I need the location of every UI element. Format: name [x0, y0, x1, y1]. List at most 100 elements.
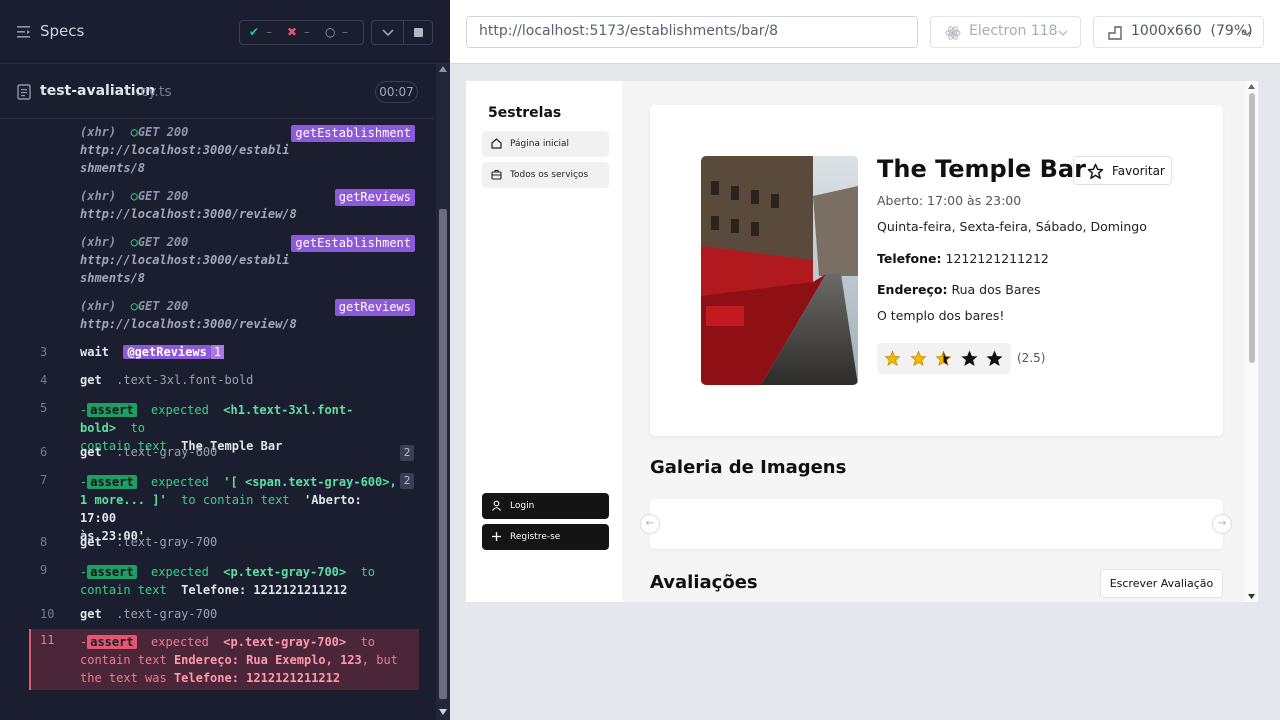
xhr-type: (xhr) [80, 189, 117, 203]
log-assert-pass[interactable]: 7 - assert expected '[ <span.text-gray-60… [0, 473, 434, 543]
phone-line: Telefone: 1212121211212 [877, 251, 1049, 266]
scroll-up-icon[interactable] [1248, 84, 1255, 89]
run-controls [371, 20, 433, 45]
assert-to: to [130, 421, 146, 435]
establishment-photo [701, 156, 858, 385]
chevron-down-icon [1242, 30, 1252, 36]
write-review-button[interactable]: Escrever Avaliação [1100, 569, 1223, 598]
log-command-get[interactable]: 8 get .text-gray-700 [0, 535, 434, 553]
alias-badge: getEstablishment [291, 125, 415, 142]
log-xhr-row[interactable]: (xhr) ○GET 200 getReviews http://localho… [0, 299, 434, 339]
login-button[interactable]: Login [482, 493, 609, 519]
log-xhr-row[interactable]: (xhr) ○GET 200 getReviews http://localho… [0, 189, 434, 229]
xhr-type: (xhr) [80, 125, 117, 139]
xhr-url: http://localhost:3000/establi [80, 253, 290, 267]
stop-icon[interactable] [414, 28, 423, 37]
specs-header: Specs ✔ – ✖ – ○ – [0, 0, 450, 64]
command-name: get [80, 445, 102, 459]
pending-count: – [342, 25, 348, 39]
phone-label: Telefone: [877, 251, 942, 266]
scrollbar-thumb[interactable] [1249, 93, 1255, 363]
log-xhr-row[interactable]: (xhr) ○GET 200 getEstablishment http://l… [0, 125, 434, 183]
app-scrollbar[interactable] [1245, 81, 1258, 602]
log-command-get[interactable]: 10 get .text-gray-700 [0, 607, 434, 625]
gallery-prev-button[interactable]: ← [640, 514, 660, 534]
line-number: 4 [40, 373, 48, 387]
ruler-icon [1108, 26, 1122, 40]
failed-count: – [304, 25, 310, 39]
image-gallery [650, 499, 1223, 549]
star-icon [935, 350, 952, 366]
line-number: 9 [40, 563, 48, 577]
alias-badge: @getReviews [123, 345, 211, 359]
failed-icon: ✖ [287, 25, 298, 39]
viewport-selector[interactable]: 1000x660 (79%) [1093, 16, 1264, 48]
alias-badge: getEstablishment [291, 235, 415, 252]
assert-actual-value: Telefone: 1212121211212 [173, 671, 341, 685]
specs-list-icon[interactable] [17, 25, 32, 39]
assert-to: to [360, 635, 376, 649]
log-command-wait[interactable]: 3 wait @getReviews 1 [0, 345, 434, 363]
home-icon [491, 138, 502, 149]
sidebar-item-label: Todos os serviços [510, 170, 589, 180]
spec-file-ext: .cy.ts [136, 84, 172, 100]
alias-badge: getReviews [334, 189, 415, 206]
log-assert-pass[interactable]: 5 - assert expected <h1.text-3xl.font-bol… [0, 401, 434, 453]
xhr-type: (xhr) [80, 299, 117, 313]
scroll-down-icon[interactable] [1248, 594, 1255, 599]
aut-header: http://localhost:5173/establishments/bar… [450, 0, 1280, 64]
star-icon [961, 350, 977, 366]
xhr-url: http://localhost:3000/review/8 [80, 317, 297, 331]
opening-days: Quinta-feira, Sexta-feira, Sábado, Domin… [877, 219, 1147, 234]
rating-stars: (2.5) [877, 343, 1045, 374]
line-number: 11 [40, 633, 55, 647]
assert-badge: assert [87, 635, 137, 649]
line-number: 8 [40, 535, 48, 549]
command-log-scrollbar[interactable] [436, 64, 450, 720]
log-command-get[interactable]: 6 get .text-gray-600 2 [0, 445, 434, 463]
user-icon [492, 500, 501, 511]
gallery-next-button[interactable]: → [1212, 514, 1232, 534]
favorite-button[interactable]: Favoritar [1073, 156, 1172, 185]
assert-target: <p.text-gray-700> [223, 635, 347, 649]
briefcase-icon [491, 169, 502, 180]
browser-selector[interactable]: Electron 118 [930, 16, 1081, 48]
register-button[interactable]: Registre-se [482, 524, 609, 550]
assert-but: , but [361, 653, 398, 667]
passed-count: – [266, 25, 272, 39]
chevron-down-icon[interactable] [382, 29, 394, 37]
log-xhr-row[interactable]: (xhr) ○GET 200 getEstablishment http://l… [0, 235, 434, 293]
line-number: 10 [40, 607, 55, 621]
line-number: 5 [40, 401, 48, 415]
address-line: Endereço: Rua dos Bares [877, 282, 1041, 297]
favorite-label: Favoritar [1112, 164, 1165, 178]
log-command-get[interactable]: 4 get .text-3xl.font-bold [0, 373, 434, 391]
sidebar-item-services[interactable]: Todos os serviços [482, 162, 609, 188]
scroll-down-icon[interactable] [439, 709, 447, 715]
sidebar-item-home[interactable]: Página inicial [482, 131, 609, 157]
specs-title[interactable]: Specs [40, 22, 84, 40]
star-icon [910, 350, 926, 366]
command-name: get [80, 373, 102, 387]
brand-logo[interactable]: 5estrelas [488, 105, 561, 121]
xhr-url-cont: shments/8 [80, 161, 146, 175]
command-selector: .text-gray-700 [116, 607, 218, 621]
alias-badge: getReviews [334, 299, 415, 316]
scroll-up-icon[interactable] [439, 66, 447, 72]
file-icon [17, 84, 31, 100]
xhr-url: http://localhost:3000/establi [80, 143, 290, 157]
url-bar[interactable]: http://localhost:5173/establishments/bar… [466, 16, 918, 48]
browser-name: Electron 118 [969, 23, 1058, 39]
rating-value: (2.5) [1017, 351, 1046, 365]
alias-count: 1 [210, 345, 225, 359]
gallery-title: Galeria de Imagens [650, 457, 847, 478]
xhr-url-cont: shments/8 [80, 271, 146, 285]
command-name: get [80, 607, 102, 621]
scrollbar-thumb[interactable] [439, 209, 447, 699]
assert-badge: assert [87, 565, 137, 579]
log-assert-pass[interactable]: 9 - assert expected <p.text-gray-700> to c… [0, 563, 434, 599]
star-icon [986, 350, 1003, 366]
xhr-type: (xhr) [80, 235, 117, 249]
app-under-test: 5estrelas Página inicial Todos os serviç… [466, 81, 1258, 602]
assert-contain: contain text [80, 653, 167, 667]
